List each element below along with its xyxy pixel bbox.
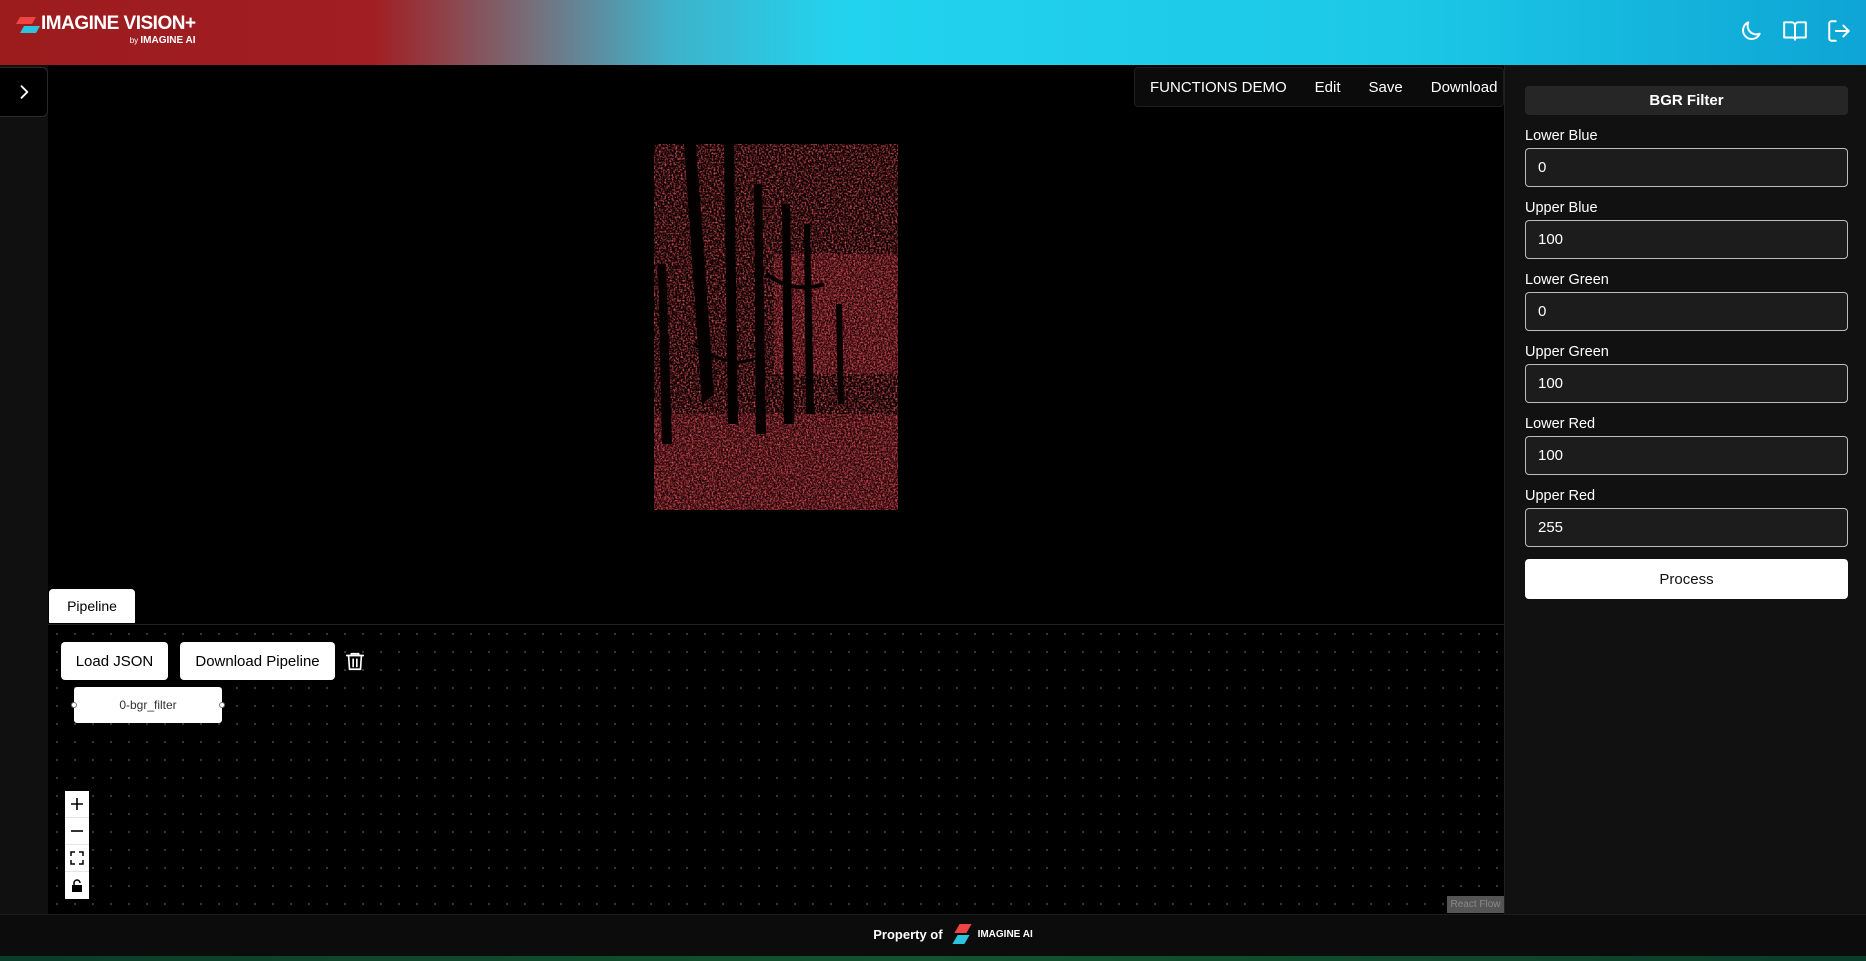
menu-save[interactable]: Save [1369,79,1403,96]
load-json-button[interactable]: Load JSON [61,642,168,680]
process-button[interactable]: Process [1525,559,1848,599]
chevron-right-icon [20,85,28,99]
processed-image [654,144,898,510]
top-menu: FUNCTIONS DEMO Edit Save Download [1134,67,1504,107]
node-output-handle[interactable] [219,702,225,708]
node-label: 0-bgr_filter [119,698,177,712]
footer-text: Property of [873,926,943,942]
upper-green-input[interactable]: 100 [1525,364,1848,403]
brand-byline: by IMAGINE AI [129,35,196,46]
lower-green-input[interactable]: 0 [1525,292,1848,331]
zoom-in-icon[interactable] [65,791,89,818]
logo-mark-icon [15,17,41,35]
upper-blue-label: Upper Blue [1525,200,1598,216]
zoom-out-icon[interactable] [65,818,89,845]
menu-download[interactable]: Download [1431,79,1498,96]
download-pipeline-button[interactable]: Download Pipeline [180,642,335,680]
upper-red-input[interactable]: 255 [1525,508,1848,547]
footer-accent-bar [0,956,1866,961]
logout-icon[interactable] [1826,18,1852,44]
lock-icon[interactable] [65,872,89,899]
sidebar-rail [0,65,48,915]
footer-logo-mark-icon [951,922,975,946]
footer-logo: IMAGINE AI [951,922,1033,946]
app-footer: Property of IMAGINE AI [0,914,1866,961]
fit-view-icon[interactable] [65,845,89,872]
tab-pipeline[interactable]: Pipeline [49,589,135,623]
lower-blue-label: Lower Blue [1525,128,1598,144]
app-header: IMAGINE VISION+ by IMAGINE AI [0,0,1866,65]
moon-icon[interactable] [1738,18,1764,44]
trash-icon[interactable] [344,650,366,672]
lower-green-label: Lower Green [1525,272,1609,288]
upper-green-label: Upper Green [1525,344,1609,360]
pipeline-node-bgr-filter[interactable]: 0-bgr_filter [74,687,222,723]
lower-blue-input[interactable]: 0 [1525,148,1848,187]
lower-red-input[interactable]: 100 [1525,436,1848,475]
lower-red-label: Lower Red [1525,416,1596,432]
sidebar-toggle-button[interactable] [0,67,48,117]
brand-name: IMAGINE VISION+ [41,13,196,34]
react-flow-attribution[interactable]: React Flow [1447,896,1504,913]
upper-red-label: Upper Red [1525,488,1596,504]
node-input-handle[interactable] [71,702,77,708]
menu-functions-demo[interactable]: FUNCTIONS DEMO [1150,79,1287,96]
upper-blue-input[interactable]: 100 [1525,220,1848,259]
book-icon[interactable] [1782,18,1808,44]
menu-edit[interactable]: Edit [1315,79,1341,96]
brand-logo[interactable]: IMAGINE VISION+ by IMAGINE AI [15,13,196,46]
flow-controls [65,791,89,899]
panel-title: BGR Filter [1525,86,1848,115]
